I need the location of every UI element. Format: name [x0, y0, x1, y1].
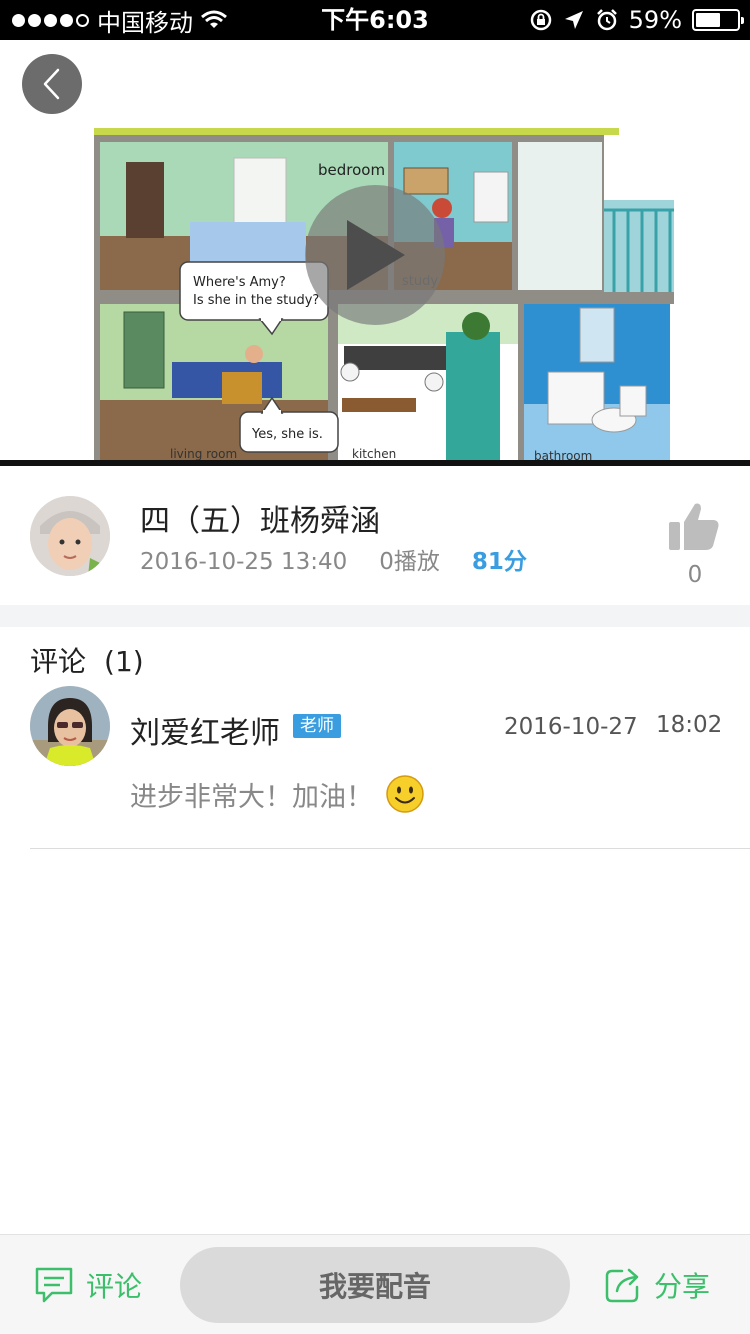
status-bar: 中国移动 下午6:03 59%: [0, 0, 750, 40]
smiley-emoji-icon: [386, 775, 424, 813]
share-button-label: 分享: [654, 1270, 711, 1303]
bedroom-label: bedroom: [318, 161, 385, 179]
back-button[interactable]: [22, 54, 82, 114]
comment-body: 进步非常大！加油！: [130, 781, 373, 813]
carrier-name: 中国移动: [97, 8, 193, 37]
share-icon: [605, 1268, 639, 1303]
comment-button-label: 评论: [86, 1270, 143, 1303]
play-icon: [347, 220, 405, 290]
play-count: 0播放: [379, 549, 440, 575]
thumbs-up-icon[interactable]: [667, 500, 721, 554]
living-room-label: living room: [170, 447, 237, 461]
kitchen-label: kitchen: [352, 447, 396, 461]
comment-separator: [30, 848, 750, 849]
author-avatar[interactable]: [30, 496, 110, 576]
dub-button[interactable]: 我要配音: [180, 1247, 570, 1323]
speech-bubble-answer: Yes, she is.: [251, 427, 323, 442]
section-divider: [0, 605, 750, 627]
teacher-badge: 老师: [293, 714, 341, 738]
play-button[interactable]: [305, 185, 445, 325]
battery-icon: [692, 9, 744, 31]
page: 中国移动 下午6:03 59% bedroom living room kitc…: [0, 0, 750, 1334]
author-name[interactable]: 四（五）班杨舜涵: [140, 496, 380, 540]
bottom-action-bar: 评论 我要配音 分享: [0, 1234, 750, 1334]
video-bottom-border: [0, 460, 750, 466]
chevron-left-icon: [43, 68, 60, 100]
alarm-clock-icon: [596, 9, 617, 31]
commenter-avatar[interactable]: [30, 686, 110, 766]
comment-date: 2016-10-27: [504, 714, 638, 740]
like-count: 0: [687, 562, 703, 588]
comments-title: 评论: [30, 645, 87, 678]
score: 81分: [471, 549, 527, 575]
recording-datetime: 2016-10-25 13:40: [140, 549, 348, 575]
comment-time: 18:02: [656, 712, 723, 738]
comment-text: 进步非常大！加油！: [130, 774, 425, 814]
comment-button[interactable]: 评论: [34, 1265, 142, 1305]
battery-percent: 59%: [628, 6, 682, 34]
share-button[interactable]: 分享: [604, 1265, 710, 1305]
signal-strength-icon: [12, 13, 89, 27]
rotation-lock-icon: [530, 9, 551, 31]
speech-bubble-question-line1: Where's Amy?: [193, 275, 286, 290]
speech-bubble-question-line2: Is she in the study?: [193, 293, 319, 308]
wifi-icon: [201, 10, 227, 28]
commenter-name[interactable]: 刘爱红老师: [130, 708, 280, 752]
comments-header: 评论 (1): [30, 640, 144, 680]
location-arrow-icon: [564, 11, 583, 29]
comments-count: (1): [104, 645, 144, 678]
comment-icon: [35, 1267, 73, 1303]
recording-meta: 2016-10-25 13:40 0播放 81分: [140, 542, 527, 576]
